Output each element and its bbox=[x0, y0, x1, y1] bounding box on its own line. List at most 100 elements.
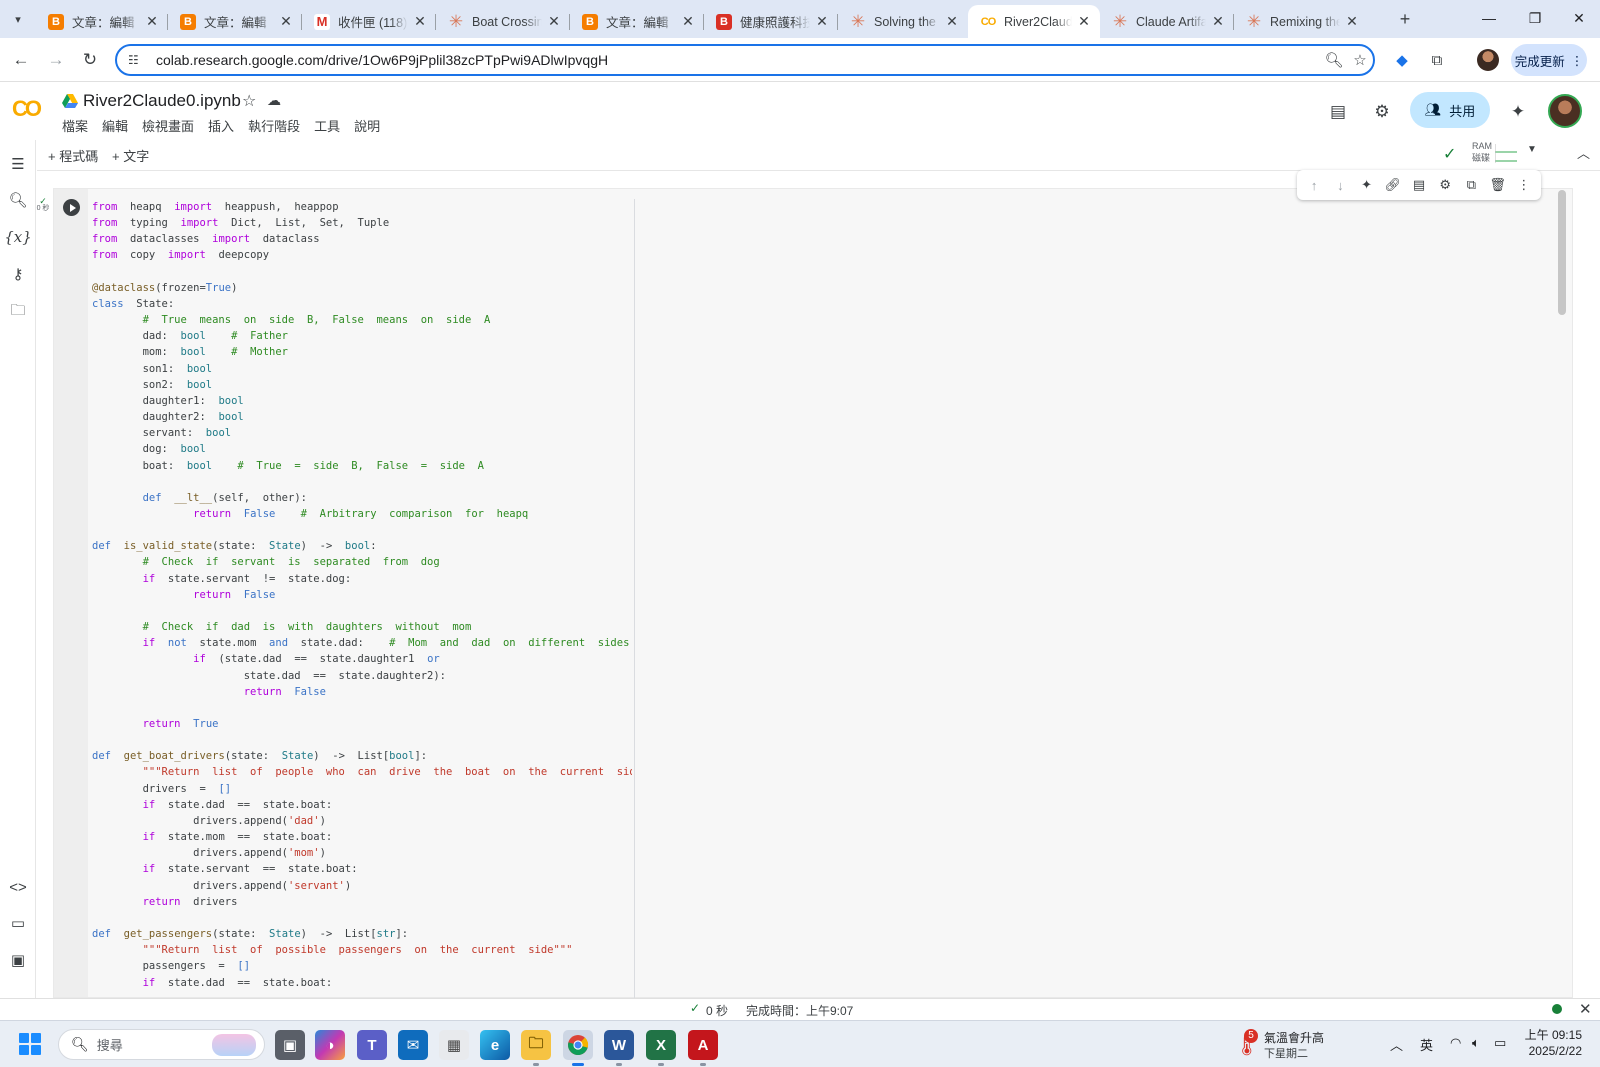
address-bar[interactable]: ☷ colab.research.google.com/drive/1Ow6P9… bbox=[115, 44, 1375, 76]
browser-tab[interactable]: ✳ Solving the ✕ bbox=[838, 5, 968, 38]
move-up-icon[interactable]: ↑ bbox=[1303, 174, 1325, 196]
colab-logo[interactable]: CO bbox=[12, 96, 42, 122]
variables-icon[interactable]: {x} bbox=[4, 225, 32, 249]
update-button[interactable]: 完成更新 ⋮ bbox=[1511, 44, 1587, 76]
copilot-icon[interactable]: ◑ bbox=[315, 1030, 345, 1060]
vertical-scrollbar[interactable] bbox=[1558, 190, 1566, 315]
gemini-sparkle-icon[interactable]: ✦ bbox=[1356, 174, 1378, 196]
account-avatar[interactable] bbox=[1548, 94, 1582, 128]
battery-icon[interactable]: ▭ bbox=[1494, 1035, 1506, 1051]
browser-tab[interactable]: ✳ Boat Crossing ✕ bbox=[436, 5, 570, 38]
site-info-icon[interactable]: ☷ bbox=[128, 53, 144, 67]
windows-start-icon[interactable] bbox=[19, 1033, 41, 1055]
close-icon[interactable]: ✕ bbox=[680, 13, 696, 30]
taskbar-search-box[interactable]: 🔍︎ 搜尋 bbox=[58, 1029, 265, 1060]
word-icon[interactable]: W bbox=[604, 1030, 634, 1066]
close-icon[interactable]: ✕ bbox=[944, 13, 960, 30]
input-method[interactable]: 英 bbox=[1420, 1035, 1433, 1054]
file-explorer-icon[interactable]: 🗀 bbox=[521, 1030, 551, 1066]
teams-icon[interactable]: T bbox=[357, 1030, 387, 1060]
forward-button[interactable]: → bbox=[44, 48, 68, 72]
code-cell[interactable]: from heapq import heappush, heappop from… bbox=[53, 188, 1573, 999]
tab-search-button[interactable]: ▾ bbox=[6, 8, 30, 30]
minimize-button[interactable]: — bbox=[1466, 0, 1512, 36]
code-text[interactable]: from heapq import heappush, heappop from… bbox=[92, 199, 632, 989]
share-button[interactable]: 👥︎ 共用 bbox=[1410, 92, 1490, 128]
acrobat-icon[interactable]: A bbox=[688, 1030, 718, 1066]
back-button[interactable]: ← bbox=[9, 48, 33, 72]
close-icon[interactable]: ✕ bbox=[1344, 13, 1360, 30]
table-of-contents-icon[interactable]: ☰ bbox=[6, 152, 30, 176]
notebook-title[interactable]: River2Claude0.ipynb bbox=[83, 91, 241, 111]
code-snippets-icon[interactable]: <> bbox=[6, 875, 30, 899]
add-text-button[interactable]: + 文字 bbox=[112, 146, 149, 165]
excel-icon[interactable]: X bbox=[646, 1030, 676, 1066]
weather-widget[interactable]: 🌡︎ 5 氣溫會升高 下星期二 bbox=[1234, 1027, 1354, 1063]
close-icon[interactable]: ✕ bbox=[1579, 1000, 1592, 1018]
browser-tab[interactable]: ✳ Remixing the ✕ bbox=[1234, 5, 1368, 38]
extensions-puzzle-icon[interactable]: ⧉ bbox=[1425, 48, 1449, 72]
files-folder-icon[interactable]: 🗀 bbox=[6, 300, 30, 324]
settings-gear-icon[interactable]: ⚙ bbox=[1369, 99, 1395, 125]
run-cell-button[interactable] bbox=[63, 199, 80, 216]
cloud-saved-icon[interactable]: ☁ bbox=[267, 92, 281, 109]
mirror-cell-icon[interactable]: ⧉ bbox=[1460, 174, 1482, 196]
profile-avatar[interactable] bbox=[1477, 49, 1499, 71]
chevron-up-icon[interactable]: ︿ bbox=[1390, 1035, 1403, 1054]
comment-icon[interactable]: ▤ bbox=[1408, 174, 1430, 196]
settings-gear-icon[interactable]: ⚙ bbox=[1434, 174, 1456, 196]
browser-tab[interactable]: B 文章：編輯 ✕ bbox=[570, 5, 704, 38]
menu-edit[interactable]: 編輯 bbox=[102, 116, 128, 135]
browser-tab[interactable]: ✳ Claude Artifacts ✕ bbox=[1100, 5, 1234, 38]
browser-tab[interactable]: B 文章：編輯 ✕ bbox=[36, 5, 168, 38]
chrome-icon[interactable] bbox=[563, 1030, 593, 1066]
close-icon[interactable]: ✕ bbox=[1076, 13, 1092, 30]
runtime-dropdown-icon[interactable]: ▼ bbox=[1527, 144, 1537, 155]
close-icon[interactable]: ✕ bbox=[546, 13, 562, 30]
task-view-icon[interactable]: ▣ bbox=[275, 1030, 305, 1060]
terminal-icon[interactable]: ▣ bbox=[6, 948, 30, 972]
menu-help[interactable]: 說明 bbox=[354, 116, 380, 135]
browser-tab[interactable]: M 收件匣 (118) ✕ bbox=[302, 5, 436, 38]
reload-button[interactable]: ↻ bbox=[78, 48, 102, 72]
add-code-button[interactable]: + 程式碼 bbox=[48, 146, 98, 165]
code-editor[interactable]: from heapq import heappush, heappop from… bbox=[92, 199, 632, 989]
url-text[interactable]: colab.research.google.com/drive/1Ow6P9jP… bbox=[156, 52, 1321, 68]
mail-icon[interactable]: ✉ bbox=[398, 1030, 428, 1060]
zoom-icon[interactable]: 🔍︎ bbox=[1321, 51, 1347, 69]
system-clock[interactable]: 上午 09:15 2025/2/22 bbox=[1522, 1027, 1582, 1059]
close-icon[interactable]: ✕ bbox=[278, 13, 294, 30]
menu-file[interactable]: 檔案 bbox=[62, 116, 88, 135]
close-icon[interactable]: ✕ bbox=[814, 13, 830, 30]
close-window-button[interactable]: ✕ bbox=[1558, 0, 1600, 36]
browser-tab[interactable]: B 健康照護科技 ✕ bbox=[704, 5, 838, 38]
secrets-key-icon[interactable]: ⚷ bbox=[6, 262, 30, 286]
bookmark-star-icon[interactable]: ☆ bbox=[1347, 51, 1373, 69]
resource-labels[interactable]: RAM 磁碟 bbox=[1472, 140, 1492, 164]
delete-icon[interactable]: 🗑︎ bbox=[1487, 174, 1509, 196]
link-icon[interactable]: 🔗︎ bbox=[1382, 174, 1404, 196]
command-palette-icon[interactable]: ▭ bbox=[6, 911, 30, 935]
edge-icon[interactable]: e bbox=[480, 1030, 510, 1060]
close-icon[interactable]: ✕ bbox=[1210, 13, 1226, 30]
comments-icon[interactable]: ▤ bbox=[1325, 99, 1351, 125]
volume-icon[interactable]: 🔈︎ bbox=[1472, 1035, 1480, 1051]
star-icon[interactable]: ☆ bbox=[242, 91, 256, 111]
extension-icon[interactable]: ◆ bbox=[1390, 48, 1414, 72]
more-vert-icon[interactable]: ⋮ bbox=[1513, 174, 1535, 196]
new-tab-button[interactable]: + bbox=[1394, 8, 1416, 30]
menu-insert[interactable]: 插入 bbox=[208, 116, 234, 135]
menu-tools[interactable]: 工具 bbox=[314, 116, 340, 135]
browser-tab-active[interactable]: CO River2Claude ✕ bbox=[968, 5, 1100, 38]
close-icon[interactable]: ✕ bbox=[412, 13, 428, 30]
restore-button[interactable]: ❐ bbox=[1512, 0, 1558, 36]
chevron-up-icon[interactable]: ︿ bbox=[1577, 143, 1590, 162]
browser-tab[interactable]: B 文章：編輯 ✕ bbox=[168, 5, 302, 38]
close-icon[interactable]: ✕ bbox=[144, 13, 160, 30]
gemini-sparkle-icon[interactable]: ✦ bbox=[1505, 99, 1531, 125]
store-icon[interactable]: ▦ bbox=[439, 1030, 469, 1060]
find-replace-icon[interactable]: 🔍︎ bbox=[6, 188, 30, 212]
wifi-icon[interactable]: ◠ bbox=[1450, 1035, 1461, 1051]
menu-view[interactable]: 檢視畫面 bbox=[142, 116, 194, 135]
menu-runtime[interactable]: 執行階段 bbox=[248, 116, 300, 135]
